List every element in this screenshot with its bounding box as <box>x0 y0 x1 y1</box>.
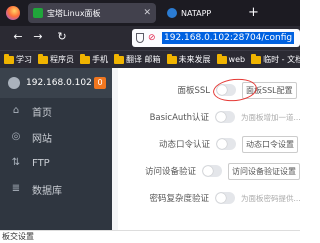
server-avatar-icon <box>8 77 20 89</box>
bookmark-folder[interactable]: 学习 <box>4 53 32 65</box>
notification-badge[interactable]: 0 <box>94 77 106 89</box>
baota-favicon-icon <box>33 8 43 18</box>
sidebar-item-label: 首页 <box>32 107 52 119</box>
totp-settings-button[interactable]: 动态口令设置 <box>242 135 298 153</box>
server-header[interactable]: 192.168.0.102 0 <box>0 68 112 98</box>
sidebar-item-label: 网站 <box>32 133 52 145</box>
bookmark-folder[interactable]: web <box>216 53 246 64</box>
sidebar-item-website[interactable]: ◎ 网站 <box>0 124 112 150</box>
ftp-icon: ⇅ <box>11 157 21 168</box>
reload-icon[interactable]: ↻ <box>52 30 72 43</box>
device-verify-toggle[interactable] <box>202 165 222 177</box>
folder-icon <box>80 53 90 64</box>
sidebar-item-database[interactable]: ≣ 数据库 <box>0 176 112 202</box>
firefox-menu-icon[interactable] <box>6 6 20 20</box>
bookmark-folder[interactable]: 临时 - 文档 <box>251 53 300 65</box>
forward-arrow-icon[interactable]: → <box>28 30 48 43</box>
tab-baota[interactable]: 宝塔Linux面板 ✕ <box>28 3 156 23</box>
setting-label: 动态口令认证 <box>158 140 210 150</box>
database-icon: ≣ <box>11 183 21 194</box>
home-icon: ⌂ <box>12 105 20 116</box>
basicauth-toggle[interactable] <box>215 111 235 123</box>
folder-icon <box>216 53 227 64</box>
setting-label: BasicAuth认证 <box>149 113 209 123</box>
password-complexity-toggle[interactable] <box>215 192 235 204</box>
sidebar-item-label: 数据库 <box>32 185 62 197</box>
setting-label: 面板SSL <box>177 86 210 96</box>
bookmark-label: 翻译 邮箱 <box>126 55 161 64</box>
close-tab-icon[interactable]: ✕ <box>143 8 151 18</box>
folder-icon <box>251 53 262 64</box>
tab-title: 宝塔Linux面板 <box>47 8 101 18</box>
setting-label: 访问设备验证 <box>144 167 196 177</box>
bookmark-label: 手机 <box>92 55 108 64</box>
setting-description: 为面板密码提供... <box>241 193 300 203</box>
setting-label: 密码复杂度验证 <box>149 194 209 204</box>
bookmark-label: 程序员 <box>50 55 74 64</box>
url-text[interactable]: 192.168.0.102:28704/config <box>162 32 295 44</box>
back-arrow-icon[interactable]: ← <box>8 30 28 43</box>
sidebar-item-label: FTP <box>32 157 50 169</box>
setting-row-panel-ssl: 面板SSL 面板SSL配置 <box>118 77 300 103</box>
sidebar-item-ftp[interactable]: ⇅ FTP <box>0 150 112 176</box>
sidebar-item-home[interactable]: ⌂ 首页 <box>0 98 112 124</box>
bookmark-folder[interactable]: 翻译 邮箱 <box>114 53 161 65</box>
bookmark-label: 未来发展 <box>178 55 211 64</box>
insecure-lock-icon[interactable]: ⊘ <box>148 33 158 43</box>
tracking-shield-icon[interactable] <box>136 33 144 43</box>
setting-row-password-complexity: 密码复杂度验证 为面板密码提供... <box>118 185 300 211</box>
server-ip: 192.168.0.102 <box>26 78 92 88</box>
panel-sidebar: 192.168.0.102 0 ⌂ 首页 ◎ 网站 ⇅ FTP ≣ 数据库 <box>0 68 112 230</box>
globe-icon: ◎ <box>11 131 21 142</box>
totp-toggle[interactable] <box>216 138 236 150</box>
bookmark-folder[interactable]: 未来发展 <box>166 53 211 65</box>
bookmark-label: web <box>228 55 246 64</box>
bookmark-folder[interactable]: 程序员 <box>38 53 74 65</box>
folder-icon <box>166 53 177 64</box>
setting-description: 为面板增加一道... <box>241 112 300 122</box>
bookmark-label: 临时 - 文档 <box>263 55 300 64</box>
bookmark-folder[interactable]: 手机 <box>80 53 108 65</box>
tab-natapp[interactable]: NATAPP <box>162 3 242 23</box>
setting-row-basicauth: BasicAuth认证 为面板增加一道... <box>118 104 300 130</box>
setting-row-device-verify: 访问设备验证 访问设备验证设置 <box>118 158 300 184</box>
tab-title: NATAPP <box>181 8 212 18</box>
folder-icon <box>38 53 48 64</box>
natapp-favicon-icon <box>167 8 177 18</box>
device-verify-settings-button[interactable]: 访问设备验证设置 <box>228 162 300 180</box>
settings-card: 面板SSL 面板SSL配置 BasicAuth认证 为面板增加一道... 动态口… <box>118 68 300 230</box>
bookmark-label: 学习 <box>16 55 32 64</box>
tab-bar: 宝塔Linux面板 ✕ NATAPP + <box>0 0 300 26</box>
folder-icon <box>4 53 14 64</box>
setting-row-totp: 动态口令认证 动态口令设置 <box>118 131 300 157</box>
bookmarks-bar: 学习 程序员 手机 翻译 邮箱 未来发展 web 临时 - 文档 <box>0 50 300 68</box>
url-bar[interactable]: ⊘ 192.168.0.102:28704/config <box>132 29 300 47</box>
footer-text: 板交设置 <box>0 230 300 243</box>
folder-icon <box>114 53 124 64</box>
new-tab-icon[interactable]: + <box>248 5 259 20</box>
settings-main: 面板SSL 面板SSL配置 BasicAuth认证 为面板增加一道... 动态口… <box>112 68 300 230</box>
navigation-toolbar: ← → ↻ ⊘ 192.168.0.102:28704/config <box>0 26 300 50</box>
